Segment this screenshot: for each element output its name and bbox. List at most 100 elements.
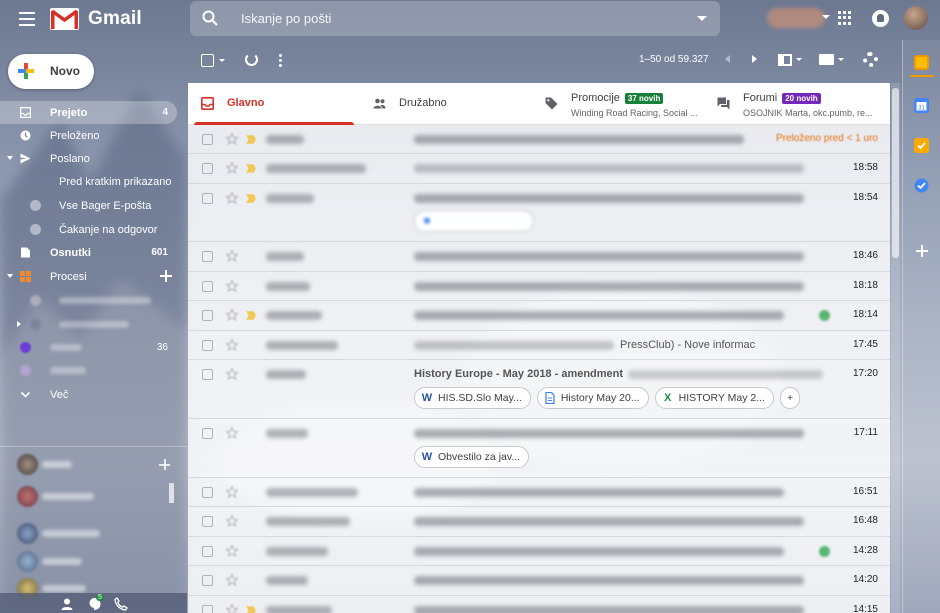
keep-icon[interactable] bbox=[914, 55, 929, 70]
notification-icon[interactable] bbox=[872, 10, 889, 27]
refresh-icon[interactable] bbox=[245, 53, 258, 66]
sidebar-item-recently-viewed[interactable]: Pred kratkim prikazano bbox=[0, 170, 177, 193]
attachment-chip[interactable]: X HISTORY May 2... bbox=[654, 387, 774, 409]
row-checkbox[interactable] bbox=[202, 605, 213, 613]
sidebar-item-label-blurred[interactable]: 36 bbox=[0, 336, 177, 359]
email-row[interactable]: 14:15 bbox=[188, 596, 890, 613]
chevron-down-icon[interactable] bbox=[7, 274, 13, 278]
split-pane-icon[interactable] bbox=[778, 54, 792, 66]
importance-marker[interactable] bbox=[246, 311, 256, 320]
row-checkbox[interactable] bbox=[202, 428, 213, 439]
row-checkbox[interactable] bbox=[202, 487, 213, 498]
menu-icon[interactable] bbox=[14, 8, 40, 30]
person-icon[interactable] bbox=[60, 597, 74, 611]
sidebar-item-awaiting-reply[interactable]: Čakanje na odgovor bbox=[0, 218, 177, 241]
star-icon[interactable] bbox=[226, 574, 238, 586]
settings-icon[interactable] bbox=[863, 52, 878, 67]
row-checkbox[interactable] bbox=[202, 340, 213, 351]
select-all-checkbox[interactable] bbox=[201, 54, 214, 67]
sidebar-item-processes[interactable]: Procesi bbox=[0, 265, 177, 288]
mail-scrollbar-thumb[interactable] bbox=[892, 88, 899, 258]
tasks-check-icon[interactable] bbox=[914, 178, 929, 193]
row-checkbox[interactable] bbox=[202, 134, 213, 145]
sidebar-item-label-blurred[interactable] bbox=[0, 289, 177, 312]
email-row[interactable]: PressClub) - Nove informac 17:45 bbox=[188, 331, 890, 360]
phone-icon[interactable] bbox=[114, 597, 128, 611]
star-icon[interactable] bbox=[226, 250, 238, 262]
hangouts-contact[interactable] bbox=[14, 486, 164, 508]
attachment-chip[interactable]: History May 20... bbox=[536, 387, 649, 409]
email-row[interactable]: 18:46 bbox=[188, 242, 890, 272]
email-row[interactable]: 17:11 W Obvestilo za jav... bbox=[188, 419, 890, 478]
star-icon[interactable] bbox=[226, 192, 238, 204]
attachment-chip[interactable]: W Obvestilo za jav... bbox=[414, 446, 530, 468]
hangouts-me[interactable] bbox=[14, 454, 164, 476]
contacts-scrollbar[interactable] bbox=[169, 483, 174, 503]
sidebar-item-label-blurred[interactable] bbox=[0, 313, 177, 336]
star-icon[interactable] bbox=[226, 545, 238, 557]
chevron-down-icon[interactable] bbox=[7, 156, 13, 160]
add-addon-icon[interactable] bbox=[916, 245, 928, 257]
avatar[interactable] bbox=[904, 6, 928, 30]
email-row[interactable]: History Europe - May 2018 - amendment 17… bbox=[188, 360, 890, 419]
search-input[interactable]: Iskanje po pošti bbox=[241, 11, 331, 26]
importance-marker[interactable] bbox=[246, 164, 256, 173]
attachment-chip[interactable]: W HIS.SD.Slo May... bbox=[414, 387, 531, 409]
chevron-down-icon[interactable] bbox=[822, 15, 830, 19]
search-options-icon[interactable] bbox=[697, 16, 707, 21]
chevron-down-icon[interactable] bbox=[838, 58, 844, 61]
star-icon[interactable] bbox=[226, 604, 238, 613]
row-checkbox[interactable] bbox=[202, 369, 213, 380]
importance-marker[interactable] bbox=[246, 135, 256, 144]
add-label-icon[interactable] bbox=[160, 270, 172, 282]
account-switcher[interactable] bbox=[767, 8, 825, 28]
email-row[interactable]: 18:58 bbox=[188, 154, 890, 184]
add-contact-icon[interactable] bbox=[159, 459, 170, 470]
search-icon[interactable] bbox=[202, 10, 218, 26]
tasks-icon[interactable] bbox=[914, 138, 929, 153]
gmail-logo[interactable]: Gmail bbox=[50, 6, 142, 32]
star-icon[interactable] bbox=[226, 339, 238, 351]
more-attachments-chip[interactable]: + bbox=[779, 387, 801, 409]
chevron-right-icon[interactable] bbox=[17, 321, 21, 327]
apps-icon[interactable] bbox=[838, 11, 852, 25]
sidebar-item-drafts[interactable]: Osnutki 601 bbox=[0, 241, 177, 264]
row-checkbox[interactable] bbox=[202, 310, 213, 321]
email-row[interactable]: 18:54 ■ bbox=[188, 184, 890, 242]
importance-marker[interactable] bbox=[246, 606, 256, 613]
star-icon[interactable] bbox=[226, 280, 238, 292]
star-icon[interactable] bbox=[226, 133, 238, 145]
row-checkbox[interactable] bbox=[202, 516, 213, 527]
hangouts-contact[interactable] bbox=[14, 523, 164, 545]
star-icon[interactable] bbox=[226, 486, 238, 498]
chevron-down-icon[interactable] bbox=[219, 59, 225, 62]
sidebar-item-more[interactable]: Več bbox=[0, 383, 177, 406]
sidebar-item-all-mail[interactable]: Vse Bager E-pošta bbox=[0, 194, 177, 217]
compose-button[interactable]: Novo bbox=[8, 54, 94, 89]
row-checkbox[interactable] bbox=[202, 193, 213, 204]
row-checkbox[interactable] bbox=[202, 163, 213, 174]
email-row[interactable]: 14:28 bbox=[188, 537, 890, 566]
email-row[interactable]: 14:20 bbox=[188, 566, 890, 596]
email-row[interactable]: 16:51 bbox=[188, 478, 890, 507]
sidebar-item-label-blurred[interactable] bbox=[0, 359, 177, 382]
row-checkbox[interactable] bbox=[202, 281, 213, 292]
attachment-chip[interactable]: ■ bbox=[414, 210, 534, 232]
tab-social[interactable]: Družabno bbox=[360, 83, 532, 125]
sidebar-item-snoozed[interactable]: Preloženo bbox=[0, 124, 177, 147]
star-icon[interactable] bbox=[226, 309, 238, 321]
row-checkbox[interactable] bbox=[202, 546, 213, 557]
star-icon[interactable] bbox=[226, 162, 238, 174]
tab-primary[interactable]: Glavno bbox=[188, 83, 360, 125]
star-icon[interactable] bbox=[226, 515, 238, 527]
email-row[interactable]: 18:18 bbox=[188, 272, 890, 301]
row-checkbox[interactable] bbox=[202, 575, 213, 586]
star-icon[interactable] bbox=[226, 427, 238, 439]
search-bar[interactable]: Iskanje po pošti bbox=[190, 1, 720, 36]
importance-marker[interactable] bbox=[246, 194, 256, 203]
hangouts-contact[interactable] bbox=[14, 551, 164, 573]
tab-promotions[interactable]: Promocije 37 novih Winding Road Racing, S… bbox=[532, 83, 704, 125]
email-row[interactable]: Preloženo pred < 1 uro bbox=[188, 125, 890, 154]
chevron-down-icon[interactable] bbox=[796, 58, 802, 61]
more-vert-icon[interactable] bbox=[279, 54, 282, 68]
